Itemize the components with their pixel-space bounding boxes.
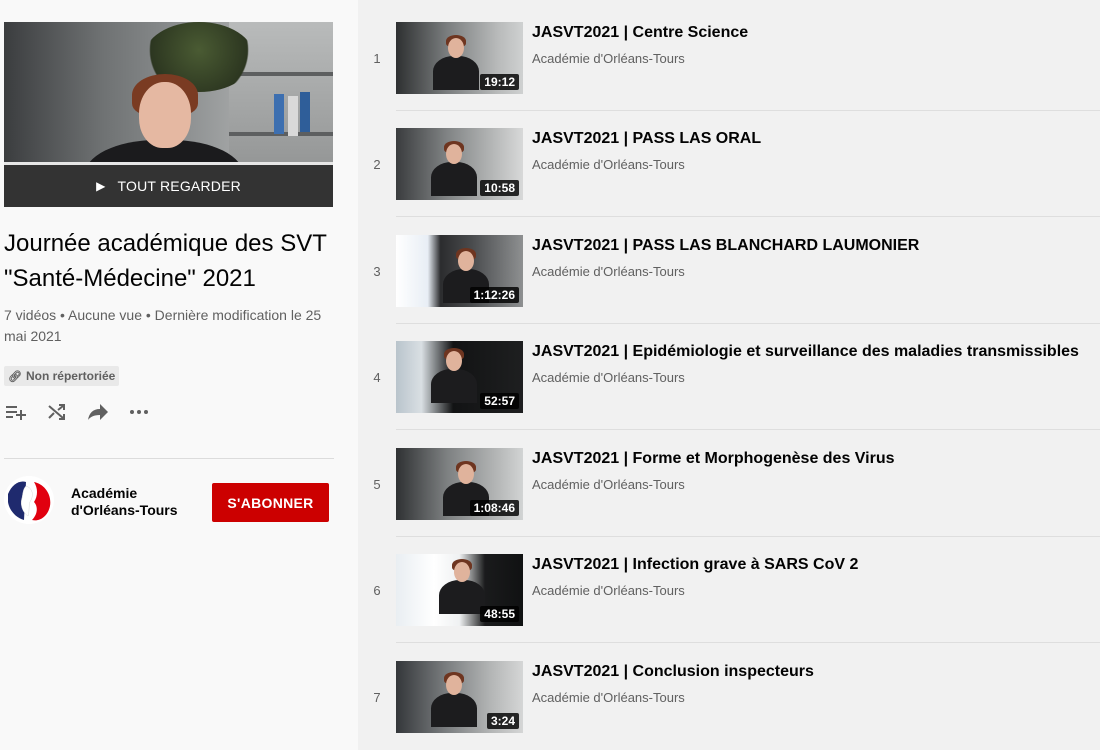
video-meta: JASVT2021 | Infection grave à SARS CoV 2… <box>532 554 1092 599</box>
playlist-owner: Académie d'Orléans-Tours S'ABONNER <box>4 476 334 526</box>
presenter-face-image <box>454 562 470 582</box>
video-title[interactable]: JASVT2021 | Conclusion inspecteurs <box>532 661 1092 683</box>
video-duration: 1:12:26 <box>469 287 519 303</box>
shuffle-icon[interactable] <box>45 400 69 424</box>
playlist-title: Journée académique des SVT "Santé-Médeci… <box>4 230 327 292</box>
row-divider <box>396 216 1100 217</box>
presenter-face-image <box>446 351 462 371</box>
video-channel[interactable]: Académie d'Orléans-Tours <box>532 370 1092 386</box>
video-title[interactable]: JASVT2021 | PASS LAS ORAL <box>532 128 1092 150</box>
playlist-actions <box>4 400 168 424</box>
video-title[interactable]: JASVT2021 | PASS LAS BLANCHARD LAUMONIER <box>532 235 1092 257</box>
row-divider <box>396 536 1100 537</box>
video-title[interactable]: JASVT2021 | Epidémiologie et surveillanc… <box>532 341 1092 363</box>
book-image <box>274 94 284 134</box>
playlist-video-row[interactable]: 6 48:55 JASVT2021 | Infection grave à SARS… <box>358 554 1100 660</box>
playlist-video-list: 1 19:12 JASVT2021 | Centre Science Académie… <box>358 0 1100 750</box>
video-thumbnail[interactable]: 10:58 <box>396 128 523 200</box>
channel-avatar[interactable] <box>4 476 54 524</box>
video-index: 6 <box>373 582 381 598</box>
privacy-badge: 🔗︎ Non répertoriée <box>4 366 120 386</box>
video-meta: JASVT2021 | Centre Science Académie d'Orl… <box>532 22 1092 67</box>
video-channel[interactable]: Académie d'Orléans-Tours <box>532 51 1092 67</box>
video-thumbnail[interactable]: 19:12 <box>396 22 523 94</box>
video-thumbnail[interactable]: 1:08:46 <box>396 448 523 520</box>
video-thumbnail[interactable]: 52:57 <box>396 341 523 413</box>
presenter-face-image <box>446 144 462 164</box>
video-meta: JASVT2021 | PASS LAS ORAL Académie d'Orlé… <box>532 128 1092 173</box>
presenter-face-image <box>448 38 464 58</box>
presenter-face-image <box>458 464 474 484</box>
video-meta: JASVT2021 | Conclusion inspecteurs Académ… <box>532 661 1092 706</box>
video-thumbnail[interactable]: 3:24 <box>396 661 523 733</box>
video-title[interactable]: JASVT2021 | Centre Science <box>532 22 1092 44</box>
book-image <box>288 96 298 136</box>
playlist-stats: 7 vidéos • Aucune vue • Dernière modific… <box>4 307 322 344</box>
presenter-face-image <box>139 82 191 148</box>
more-icon[interactable] <box>127 400 151 424</box>
presenter-body-image <box>433 56 479 90</box>
video-index: 7 <box>373 689 381 705</box>
video-duration: 3:24 <box>486 713 519 729</box>
video-meta: JASVT2021 | Forme et Morphogenèse des Vi… <box>532 448 1092 493</box>
video-title[interactable]: JASVT2021 | Forme et Morphogenèse des Vi… <box>532 448 1092 470</box>
presenter-body-image <box>431 162 477 196</box>
share-icon[interactable] <box>86 400 110 424</box>
video-duration: 1:08:46 <box>469 500 519 516</box>
playlist-video-row[interactable]: 5 1:08:46 JASVT2021 | Forme et Morphogenès… <box>358 448 1100 554</box>
video-channel[interactable]: Académie d'Orléans-Tours <box>532 477 1092 493</box>
playlist-hero-thumbnail[interactable]: ▶ TOUT REGARDER <box>4 22 333 207</box>
video-meta: JASVT2021 | PASS LAS BLANCHARD LAUMONIER… <box>532 235 1092 280</box>
video-index: 4 <box>373 369 381 385</box>
presenter-body-image <box>431 693 477 727</box>
video-title[interactable]: JASVT2021 | Infection grave à SARS CoV 2 <box>532 554 1092 576</box>
presenter-face-image <box>458 251 474 271</box>
playlist-sidebar: ▶ TOUT REGARDER Journée académique des S… <box>0 0 358 750</box>
playlist-video-row[interactable]: 7 3:24 JASVT2021 | Conclusion inspecteurs A… <box>358 661 1100 750</box>
video-channel[interactable]: Académie d'Orléans-Tours <box>532 264 1092 280</box>
playlist-video-row[interactable]: 4 52:57 JASVT2021 | Epidémiologie et surve… <box>358 341 1100 447</box>
video-duration: 19:12 <box>480 74 519 90</box>
row-divider <box>396 429 1100 430</box>
video-meta: JASVT2021 | Epidémiologie et surveillanc… <box>532 341 1092 386</box>
subscribe-button[interactable]: S'ABONNER <box>212 483 329 522</box>
playlist-video-row[interactable]: 3 1:12:26 JASVT2021 | PASS LAS BLANCHARD L… <box>358 235 1100 341</box>
watch-all-label: TOUT REGARDER <box>117 178 241 194</box>
playlist-add-icon[interactable] <box>4 400 28 424</box>
video-index: 5 <box>373 476 381 492</box>
video-channel[interactable]: Académie d'Orléans-Tours <box>532 583 1092 599</box>
video-index: 1 <box>373 50 381 66</box>
video-index: 2 <box>373 156 381 172</box>
privacy-label: Non répertoriée <box>25 369 116 383</box>
channel-name[interactable]: Académie d'Orléans-Tours <box>71 485 201 519</box>
link-icon: 🔗︎ <box>8 370 22 383</box>
video-duration: 10:58 <box>480 180 519 196</box>
row-divider <box>396 323 1100 324</box>
play-icon: ▶ <box>96 179 106 193</box>
book-image <box>300 92 310 132</box>
row-divider <box>396 110 1100 111</box>
sidebar-divider <box>4 458 334 459</box>
video-duration: 48:55 <box>480 606 519 622</box>
presenter-face-image <box>446 675 462 695</box>
presenter-body-image <box>431 369 477 403</box>
video-channel[interactable]: Académie d'Orléans-Tours <box>532 157 1092 173</box>
video-channel[interactable]: Académie d'Orléans-Tours <box>532 690 1092 706</box>
watch-all-button[interactable]: ▶ TOUT REGARDER <box>4 165 333 207</box>
video-thumbnail[interactable]: 1:12:26 <box>396 235 523 307</box>
playlist-video-row[interactable]: 2 10:58 JASVT2021 | PASS LAS ORAL Académie … <box>358 128 1100 234</box>
row-divider <box>396 642 1100 643</box>
video-duration: 52:57 <box>480 393 519 409</box>
presenter-body-image <box>439 580 485 614</box>
playlist-video-row[interactable]: 1 19:12 JASVT2021 | Centre Science Académie… <box>358 22 1100 128</box>
video-index: 3 <box>373 263 381 279</box>
video-thumbnail[interactable]: 48:55 <box>396 554 523 626</box>
